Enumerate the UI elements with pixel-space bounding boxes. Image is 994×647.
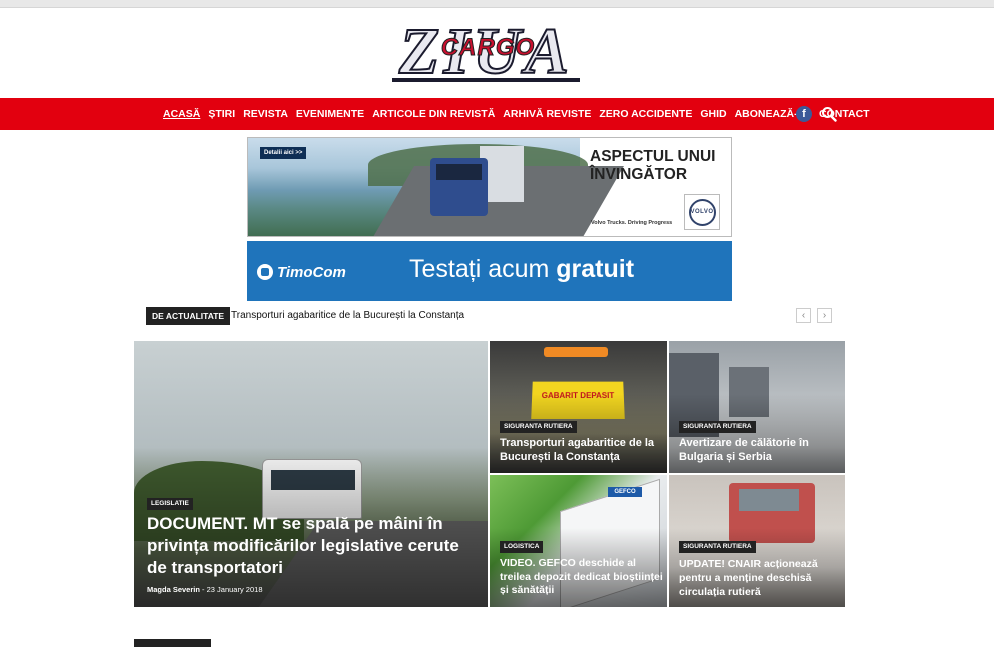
timocom-ad-text: Testați acum gratuit <box>409 255 634 284</box>
ticker-headline-link[interactable]: Transporturi agabaritice de la București… <box>231 307 464 325</box>
facebook-icon[interactable]: f <box>796 106 812 122</box>
volvo-ad-headline-line1: ASPECTUL UNUI <box>590 148 716 165</box>
volvo-logo-badge: VOLVO <box>684 194 720 230</box>
article-title[interactable]: Transporturi agabaritice de la București… <box>500 436 660 464</box>
ticker-prev-button[interactable]: ‹ <box>796 308 811 323</box>
featured-article-main[interactable]: LEGISLATIE DOCUMENT. MT se spală pe mâin… <box>134 341 488 607</box>
nav-list: ACASĂ ȘTIRI REVISTA EVENIMENTE ARTICOLE … <box>163 98 878 130</box>
logo-cargo-text: CARGO <box>440 34 536 62</box>
main-navigation: ACASĂ ȘTIRI REVISTA EVENIMENTE ARTICOLE … <box>0 98 994 130</box>
article-title[interactable]: DOCUMENT. MT se spală pe mâini în privin… <box>147 513 467 579</box>
nav-item-stiri[interactable]: ȘTIRI <box>208 98 235 130</box>
logo-underline <box>392 78 580 82</box>
news-ticker: DE ACTUALITATE Transporturi agabaritice … <box>146 307 846 327</box>
nav-item-zero-accidente[interactable]: ZERO ACCIDENTE <box>599 98 692 130</box>
category-badge[interactable]: SIGURANTA RUTIERA <box>679 541 756 553</box>
tile-warning-lamp-shape <box>544 347 608 357</box>
article-meta: Magda Severin - 23 January 2018 <box>147 585 263 594</box>
article-author[interactable]: Magda Severin <box>147 585 200 594</box>
timocom-mark-icon <box>257 264 273 280</box>
nav-item-acasa[interactable]: ACASĂ <box>163 98 200 130</box>
ticker-label: DE ACTUALITATE <box>146 307 231 325</box>
section-heading-bar <box>134 639 211 647</box>
search-icon[interactable] <box>821 106 837 122</box>
volvo-logo-text: VOLVO <box>690 209 714 215</box>
timocom-text-regular: Testați acum <box>409 255 557 283</box>
category-badge[interactable]: SIGURANTA RUTIERA <box>679 421 756 433</box>
nav-item-arhiva[interactable]: ARHIVĂ REVISTE <box>503 98 591 130</box>
nav-item-evenimente[interactable]: EVENIMENTE <box>296 98 364 130</box>
ad-truck-windshield <box>436 164 482 180</box>
category-badge[interactable]: LEGISLATIE <box>147 498 193 510</box>
volvo-ad-photo: Detalii aici >> <box>248 138 624 236</box>
tile-brand-label: GEFCO <box>608 487 642 497</box>
featured-article-b[interactable]: SIGURANTA RUTIERA Avertizare de călători… <box>669 341 845 473</box>
article-title[interactable]: UPDATE! CNAIR acționează pentru a mențin… <box>679 557 839 599</box>
timocom-ad-banner[interactable]: TimoCom Testați acum gratuit <box>247 241 732 301</box>
volvo-ad-banner[interactable]: Detalii aici >> ASPECTUL UNUI ÎNVINGĂTOR… <box>247 137 732 237</box>
ticker-next-button[interactable]: › <box>817 308 832 323</box>
timocom-text-bold: gratuit <box>556 255 635 283</box>
tile-truck-window-shape <box>739 489 799 511</box>
ad-details-button[interactable]: Detalii aici >> <box>260 147 307 159</box>
featured-article-d[interactable]: SIGURANTA RUTIERA UPDATE! CNAIR acționea… <box>669 475 845 607</box>
volvo-ad-tagline: Volvo Trucks. Driving Progress <box>591 220 673 226</box>
timocom-brand: TimoCom <box>277 263 346 281</box>
nav-item-revista[interactable]: REVISTA <box>243 98 288 130</box>
volvo-ad-headline-line2: ÎNVINGĂTOR <box>590 166 688 183</box>
category-badge[interactable]: SIGURANTA RUTIERA <box>500 421 577 433</box>
category-badge[interactable]: LOGISTICA <box>500 541 544 553</box>
featured-article-c[interactable]: GEFCO LOGISTICA VIDEO. GEFCO deschide al… <box>490 475 667 607</box>
featured-article-a[interactable]: GABARIT DEPASIT SIGURANTA RUTIERA Transp… <box>490 341 667 473</box>
browser-top-strip <box>0 0 994 8</box>
site-logo[interactable]: ZIUA CARGO <box>388 18 584 86</box>
article-title[interactable]: VIDEO. GEFCO deschide al treilea depozit… <box>500 557 665 598</box>
volvo-ad-headline: ASPECTUL UNUI ÎNVINGĂTOR <box>590 148 720 184</box>
nav-item-articole[interactable]: ARTICOLE DIN REVISTĂ <box>372 98 495 130</box>
timocom-logo: TimoCom <box>257 261 357 283</box>
article-date: - 23 January 2018 <box>202 585 263 594</box>
nav-item-ghid[interactable]: GHID <box>700 98 726 130</box>
article-title[interactable]: Avertizare de călătorie în Bulgaria și S… <box>679 436 839 464</box>
